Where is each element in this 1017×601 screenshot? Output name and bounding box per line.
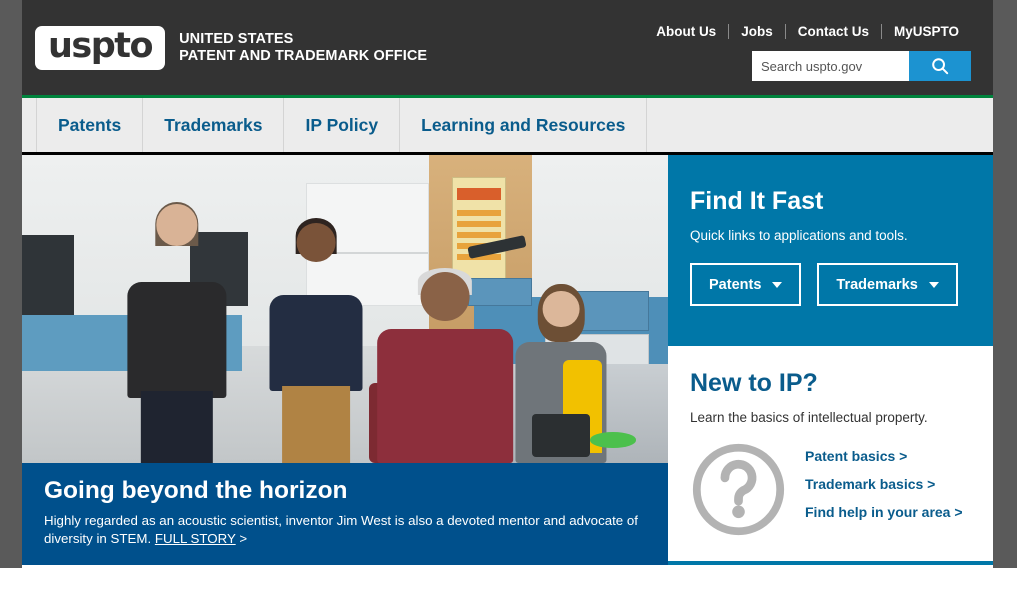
hero-description: Highly regarded as an acoustic scientist… bbox=[44, 512, 646, 549]
find-it-fast-trademarks-button[interactable]: Trademarks bbox=[817, 263, 958, 306]
chevron-down-icon bbox=[928, 281, 939, 288]
utility-link-contact-us[interactable]: Contact Us bbox=[786, 24, 881, 39]
hero-description-text: Highly regarded as an acoustic scientist… bbox=[44, 512, 638, 547]
hero-title: Going beyond the horizon bbox=[44, 477, 348, 504]
new-to-ip-subtitle: Learn the basics of intellectual propert… bbox=[690, 410, 928, 425]
nav-item-patents[interactable]: Patents bbox=[37, 98, 144, 152]
link-patent-basics[interactable]: Patent basics > bbox=[805, 448, 963, 464]
new-to-ip-title: New to IP? bbox=[690, 369, 818, 397]
hero-photo[interactable] bbox=[22, 155, 668, 463]
photo-person-legs bbox=[282, 386, 350, 463]
find-it-fast-subtitle: Quick links to applications and tools. bbox=[690, 228, 908, 243]
site-search bbox=[752, 51, 971, 81]
utility-link-jobs[interactable]: Jobs bbox=[729, 24, 785, 39]
nav-leading-spacer bbox=[22, 98, 37, 152]
logo-line-2: PATENT AND TRADEMARK OFFICE bbox=[179, 47, 428, 64]
utility-navigation: About Us Jobs Contact Us MyUSPTO bbox=[644, 24, 971, 39]
photo-person-torso bbox=[377, 329, 513, 463]
page-content: uspto UNITED STATES PATENT AND TRADEMARK… bbox=[22, 0, 993, 568]
nav-item-ip-policy[interactable]: IP Policy bbox=[284, 98, 401, 152]
link-find-help-your-area[interactable]: Find help in your area > bbox=[805, 504, 963, 520]
hero-feature: Going beyond the horizon Highly regarded… bbox=[22, 155, 668, 565]
find-it-fast-trademarks-label: Trademarks bbox=[836, 276, 918, 293]
photo-person-head bbox=[542, 290, 580, 328]
find-it-fast-patents-label: Patents bbox=[709, 276, 762, 293]
right-panels: Find It Fast Quick links to applications… bbox=[668, 155, 993, 565]
hero-full-story-link[interactable]: FULL STORY bbox=[155, 531, 236, 546]
new-to-ip-panel: New to IP? Learn the basics of intellect… bbox=[668, 346, 993, 565]
site-header: uspto UNITED STATES PATENT AND TRADEMARK… bbox=[22, 0, 993, 98]
find-it-fast-patents-button[interactable]: Patents bbox=[690, 263, 802, 306]
hero-link-suffix: > bbox=[235, 531, 248, 547]
utility-link-about-us[interactable]: About Us bbox=[644, 24, 728, 39]
below-fold-area bbox=[0, 568, 1017, 601]
photo-person-standing-left bbox=[125, 201, 228, 463]
photo-equipment-dark bbox=[532, 413, 591, 457]
uspto-homepage: uspto UNITED STATES PATENT AND TRADEMARK… bbox=[0, 0, 1017, 601]
photo-equipment-green bbox=[590, 432, 636, 448]
search-input[interactable] bbox=[752, 51, 909, 81]
link-trademark-basics[interactable]: Trademark basics > bbox=[805, 476, 963, 492]
logo-line-1: UNITED STATES bbox=[179, 30, 294, 47]
hero-caption: Going beyond the horizon Highly regarded… bbox=[22, 463, 668, 565]
find-it-fast-title: Find It Fast bbox=[690, 187, 824, 215]
uspto-logo-mark: uspto bbox=[35, 26, 166, 70]
page-body: Going beyond the horizon Highly regarded… bbox=[22, 155, 993, 565]
search-submit-button[interactable] bbox=[909, 51, 971, 81]
question-mark-circle-icon bbox=[692, 443, 785, 536]
photo-monitor-left bbox=[22, 235, 74, 316]
photo-person-torso bbox=[127, 281, 227, 399]
nav-item-learning-and-resources[interactable]: Learning and Resources bbox=[400, 98, 648, 152]
browser-gutter-right bbox=[993, 0, 1017, 568]
photo-person-head bbox=[420, 272, 470, 321]
uspto-logo[interactable]: uspto UNITED STATES PATENT AND TRADEMARK… bbox=[35, 26, 427, 70]
uspto-logo-text: UNITED STATES PATENT AND TRADEMARK OFFIC… bbox=[179, 31, 427, 65]
photo-person-legs bbox=[140, 390, 214, 463]
search-icon bbox=[932, 58, 949, 75]
nav-item-trademarks[interactable]: Trademarks bbox=[143, 98, 285, 152]
photo-person-seated bbox=[369, 268, 513, 463]
photo-person-standing-center bbox=[267, 217, 364, 463]
new-to-ip-links: Patent basics > Trademark basics > Find … bbox=[805, 439, 963, 520]
photo-safety-poster bbox=[451, 176, 507, 282]
utility-link-myuspto[interactable]: MyUSPTO bbox=[882, 24, 971, 39]
find-it-fast-buttons: Patents Trademarks bbox=[690, 263, 971, 306]
browser-gutter-left bbox=[0, 0, 22, 568]
main-navigation: Patents Trademarks IP Policy Learning an… bbox=[22, 98, 993, 155]
new-to-ip-body: Patent basics > Trademark basics > Find … bbox=[690, 439, 973, 538]
chevron-down-icon bbox=[772, 281, 783, 288]
photo-person-head bbox=[296, 222, 336, 262]
find-it-fast-panel: Find It Fast Quick links to applications… bbox=[668, 155, 993, 346]
photo-person-torso bbox=[269, 294, 363, 391]
